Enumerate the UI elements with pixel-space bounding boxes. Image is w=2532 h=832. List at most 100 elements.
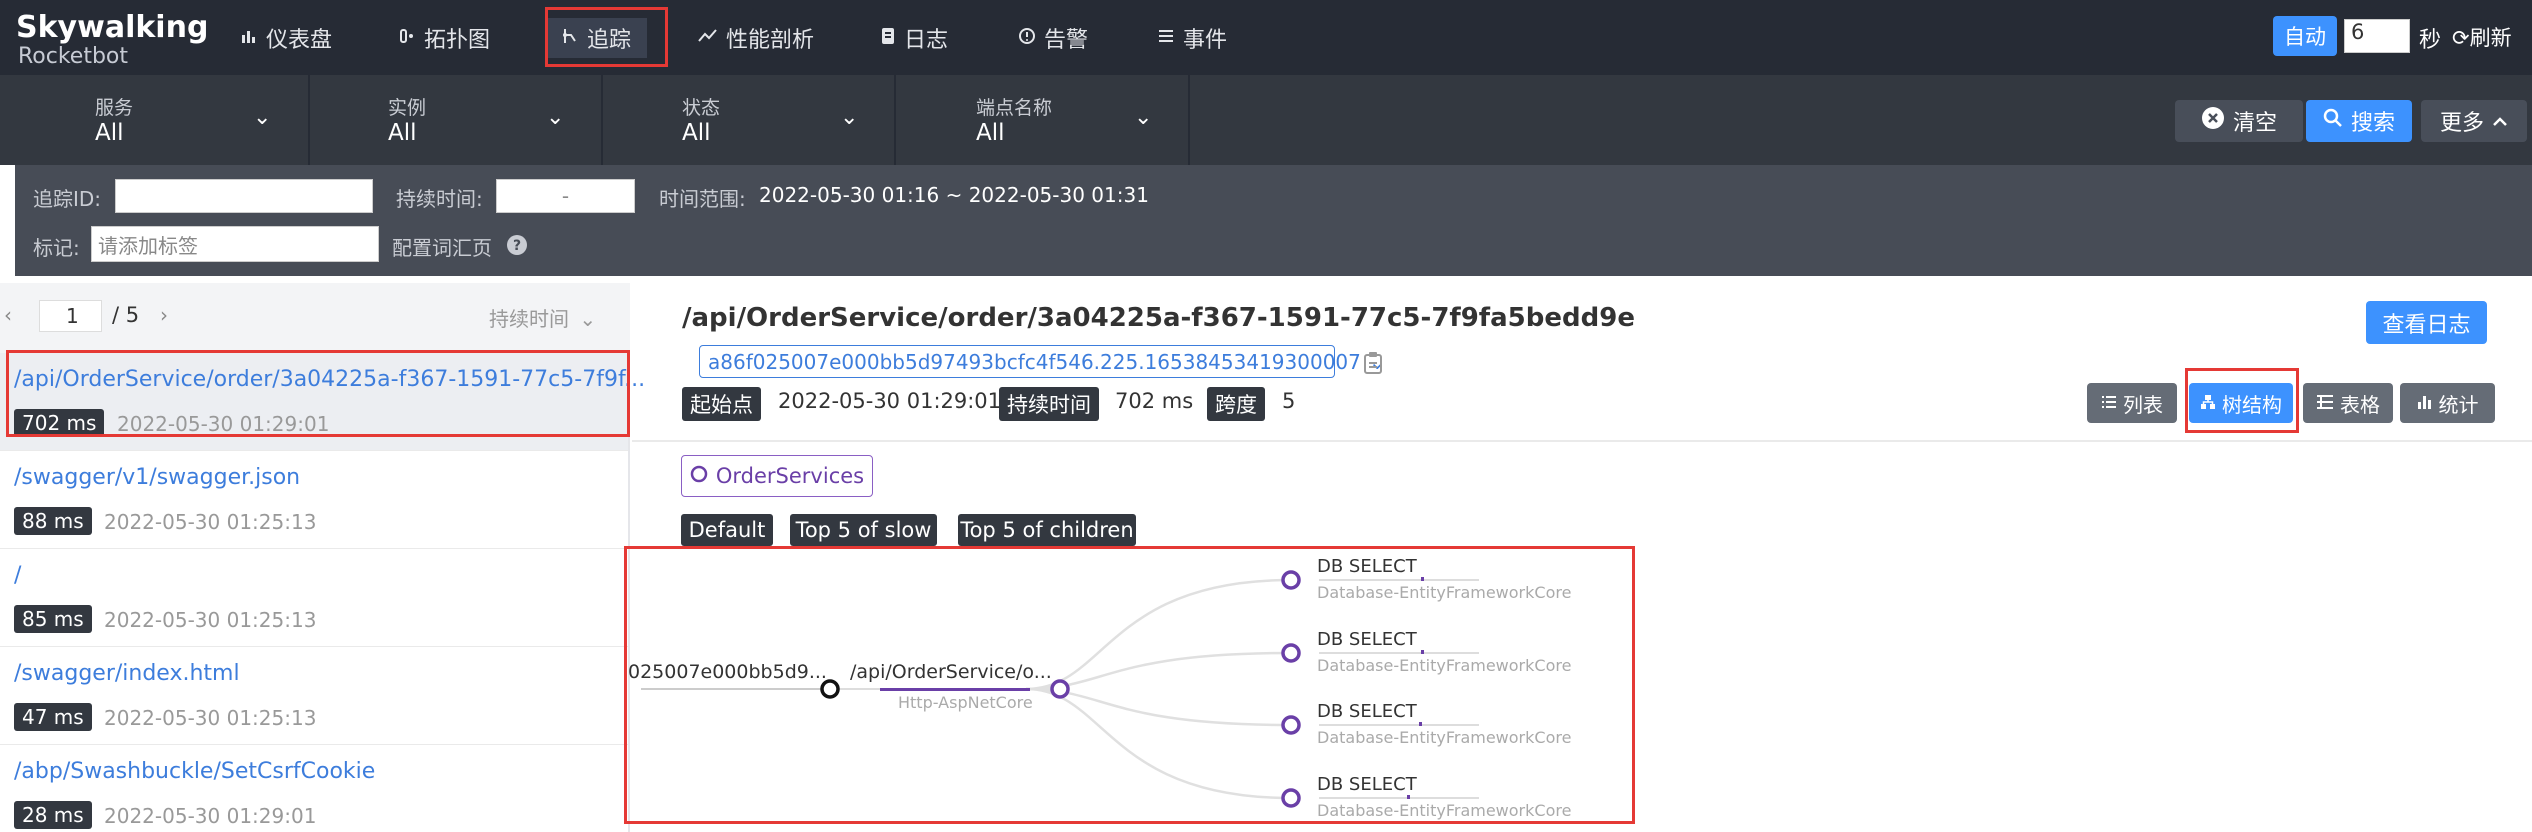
duration-label: 持续时间: [396,187,483,211]
time-range-value[interactable]: 2022-05-30 01:16 ~ 2022-05-30 01:31 [759,183,1149,207]
clear-icon [2201,106,2225,136]
next-page-icon[interactable]: › [160,303,168,327]
copy-icon[interactable] [1363,351,1383,379]
search-button[interactable]: 搜索 [2306,100,2412,142]
tree-mode-top-slow[interactable]: Top 5 of slow [790,514,937,546]
nav-topology-label: 拓扑图 [424,28,491,53]
clear-label: 清空 [2232,111,2277,136]
filter-endpoint[interactable]: 端点名称 All ⌄ [896,75,1190,165]
filter-service-value: All [95,120,124,146]
refresh-interval-input[interactable]: 6 [2344,19,2410,53]
list-icon [2101,391,2117,415]
nav-profile[interactable]: 性能剖析 [698,18,814,58]
trace-endpoint-link[interactable]: / [14,563,21,588]
svg-text:?: ? [513,238,521,254]
trace-id-input[interactable] [115,179,373,213]
view-table-label: 表格 [2340,392,2380,417]
prev-page-icon[interactable]: ‹ [4,303,12,327]
more-label: 更多 [2439,111,2484,136]
filter-status-label: 状态 [682,97,721,119]
profile-icon [698,26,718,51]
duration-value: 702 ms [1115,389,1194,413]
nav-events-label: 事件 [1183,28,1228,53]
trace-detail-title: /api/OrderService/order/3a04225a-f367-15… [682,303,1635,333]
log-icon [880,26,896,51]
trace-id-select[interactable]: a86f025007e000bb5d97493bcfc4f546.225.165… [699,345,1386,378]
time-range-label: 时间范围: [659,187,746,211]
trace-endpoint-link[interactable]: /swagger/index.html [14,661,240,686]
filter-endpoint-label: 端点名称 [976,97,1053,119]
clear-button[interactable]: 清空 [2175,100,2303,142]
auto-refresh-button[interactable]: 自动 [2273,16,2337,56]
duration-input[interactable]: - [496,179,635,213]
trace-duration-badge: 47 ms [14,703,92,731]
trace-duration-badge: 28 ms [14,801,92,829]
top-navbar: Skywalking Rocketbot 仪表盘 拓扑图 追踪 性能剖析 日志 [0,0,2532,75]
service-legend-label: OrderServices [715,464,865,488]
trace-list-item[interactable]: / 85 ms 2022-05-30 01:25:13 [0,549,628,647]
trace-start-time: 2022-05-30 01:25:13 [104,608,317,632]
refresh-icon: ⟳ [2452,26,2470,50]
trace-nav-highlight [545,7,668,67]
duration-tag: 持续时间 [999,387,1099,421]
filter-service-label: 服务 [95,97,134,119]
filter-status-value: All [682,120,711,146]
service-legend[interactable]: OrderServices [681,455,873,497]
chevron-up-icon [2492,109,2508,134]
nav-events[interactable]: 事件 [1157,18,1227,58]
bar-chart-icon [2417,391,2433,415]
tree-view-highlight-box [624,546,1635,824]
nav-profile-label: 性能剖析 [726,28,815,53]
sort-select[interactable]: 持续时间 ⌄ [489,303,596,332]
nav-logs[interactable]: 日志 [880,18,948,58]
tag-input[interactable]: 请添加标签 [91,226,379,262]
nav-dashboard[interactable]: 仪表盘 [240,18,332,58]
start-point-value: 2022-05-30 01:29:01 [778,389,1002,413]
nav-dashboard-label: 仪表盘 [266,28,333,53]
trace-list-item[interactable]: /swagger/v1/swagger.json 88 ms 2022-05-3… [0,451,628,549]
refresh-button[interactable]: ⟳刷新 [2452,22,2512,52]
brand-subtitle: Rocketbot [18,44,129,69]
trace-endpoint-link[interactable]: /abp/Swashbuckle/SetCsrfCookie [14,759,375,784]
trace-duration-badge: 85 ms [14,605,92,633]
nav-alarm-label: 告警 [1044,28,1089,53]
trace-start-time: 2022-05-30 01:29:01 [104,804,317,828]
view-list-button[interactable]: 列表 [2087,383,2177,423]
brand-logo[interactable]: Skywalking [16,10,208,45]
tree-mode-top-children[interactable]: Top 5 of children [958,514,1136,546]
view-table-button[interactable]: 表格 [2303,383,2393,423]
sort-label: 持续时间 [489,307,569,331]
start-point-tag: 起始点 [682,387,761,421]
filter-instance[interactable]: 实例 All ⌄ [310,75,603,165]
event-icon [1157,26,1175,51]
refresh-unit: 秒 [2419,28,2442,53]
nav-alarm[interactable]: 告警 [1018,18,1088,58]
config-vocab-link[interactable]: 配置词汇页 [392,232,492,261]
filter-service[interactable]: 服务 All ⌄ [15,75,310,165]
more-button[interactable]: 更多 [2421,100,2527,142]
chevron-down-icon: ⌄ [546,105,565,130]
filter-status[interactable]: 状态 All ⌄ [603,75,896,165]
trace-endpoint-link[interactable]: /swagger/v1/swagger.json [14,465,300,490]
help-icon[interactable]: ? [506,234,528,260]
tree-mode-default[interactable]: Default [681,514,773,546]
search-icon [2323,108,2343,134]
page-total: / 5 [112,303,140,327]
page-input[interactable]: 1 [39,300,102,332]
nav-topology[interactable]: 拓扑图 [398,18,490,58]
view-stats-button[interactable]: 统计 [2400,383,2495,423]
service-node-icon [690,464,708,488]
view-stats-label: 统计 [2438,392,2479,417]
chevron-down-icon: ⌄ [1134,105,1153,130]
view-logs-button[interactable]: 查看日志 [2366,301,2487,344]
trace-start-time: 2022-05-30 01:25:13 [104,706,317,730]
span-count-tag: 跨度 [1207,387,1265,421]
divider [632,440,2532,442]
tag-label: 标记: [33,236,80,260]
trace-list-item[interactable]: /abp/Swashbuckle/SetCsrfCookie 28 ms 202… [0,745,628,832]
filter-instance-value: All [388,120,417,146]
refresh-label: 刷新 [2469,26,2512,50]
table-icon [2316,391,2334,415]
span-count-value: 5 [1282,389,1296,413]
trace-list-item[interactable]: /swagger/index.html 47 ms 2022-05-30 01:… [0,647,628,745]
